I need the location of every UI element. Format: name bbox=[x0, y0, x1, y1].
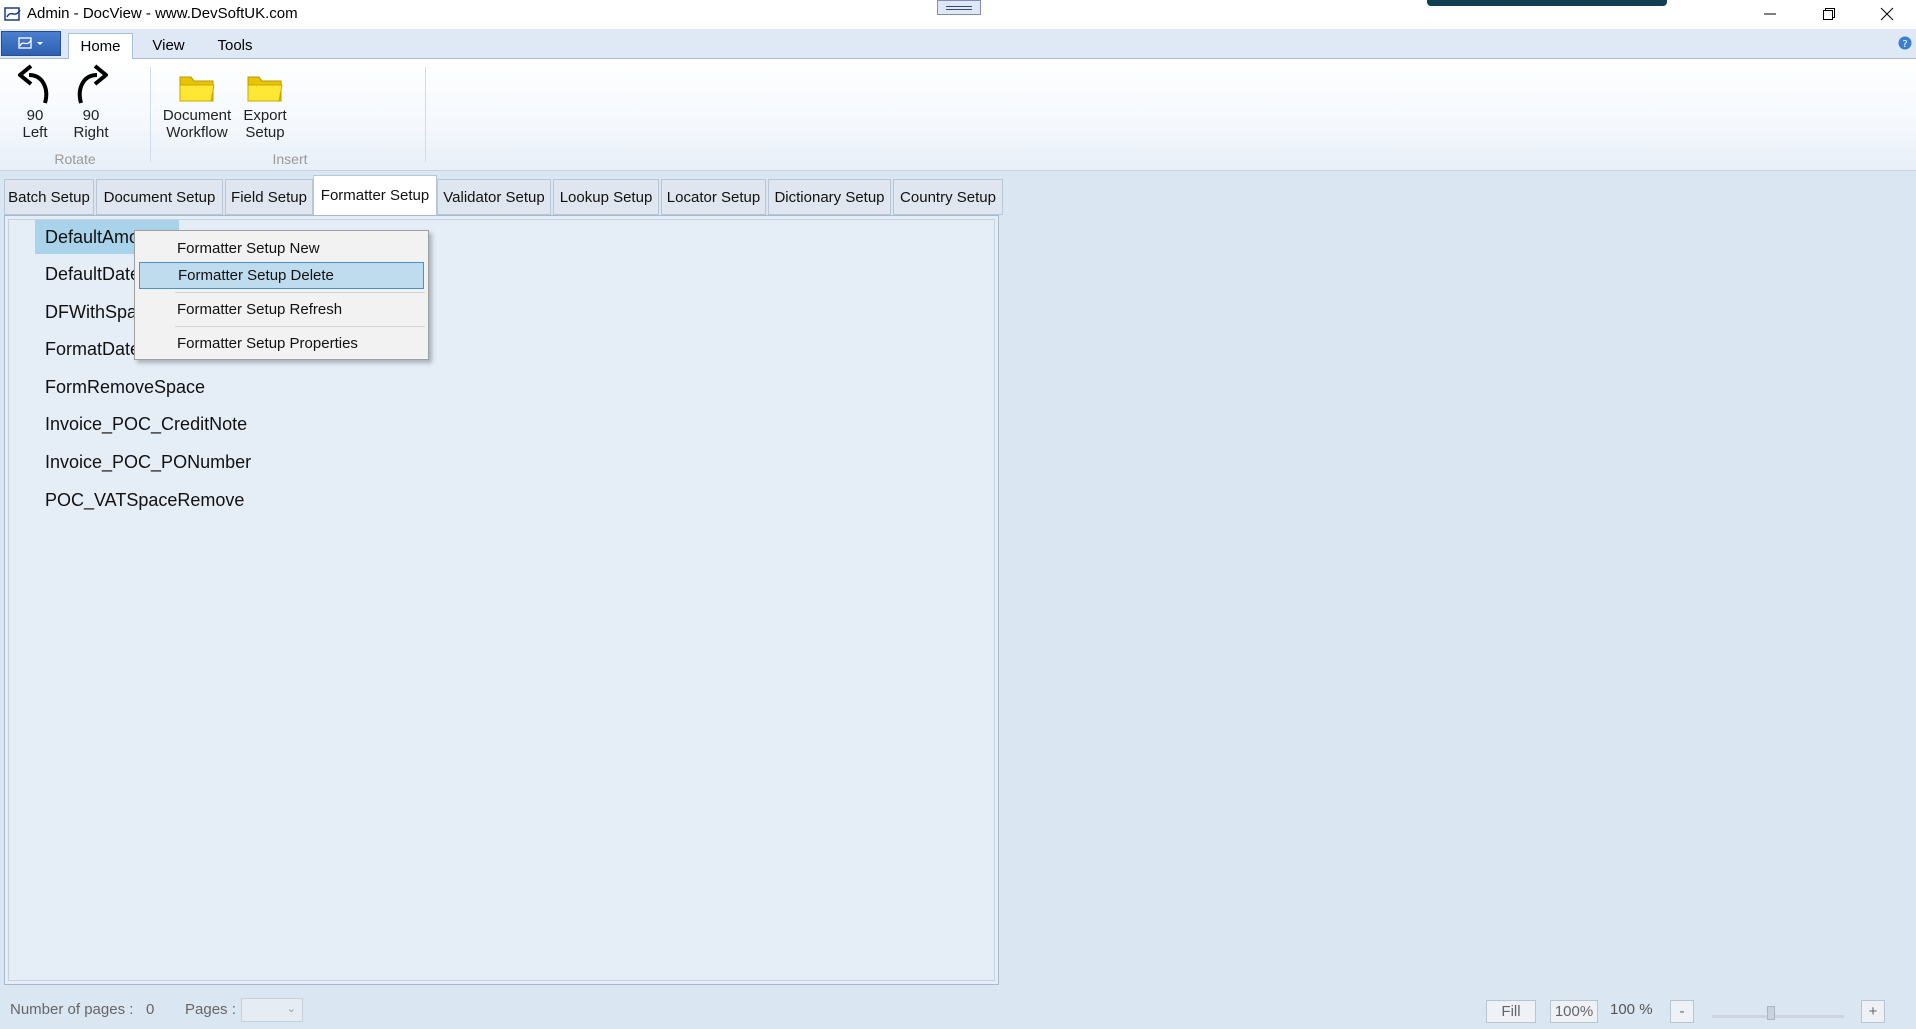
close-button[interactable] bbox=[1858, 0, 1916, 29]
tab-country-setup[interactable]: Country Setup bbox=[893, 179, 1003, 215]
window-title: Admin - DocView - www.DevSoftUK.com bbox=[27, 5, 298, 22]
pages-label: Pages : bbox=[185, 1001, 236, 1018]
rotate-right-icon bbox=[77, 64, 108, 104]
zoom-100-button[interactable]: 100% bbox=[1550, 1000, 1598, 1023]
tab-lookup-setup[interactable]: Lookup Setup bbox=[553, 179, 659, 215]
rotate-left-line1: 90 bbox=[26, 107, 44, 124]
tab-validator-setup[interactable]: Validator Setup bbox=[437, 179, 551, 215]
restore-button[interactable] bbox=[1800, 0, 1858, 29]
tab-tools[interactable]: Tools bbox=[205, 33, 265, 59]
restore-icon bbox=[1823, 8, 1835, 20]
menu-separator bbox=[175, 292, 425, 293]
tab-locator-setup[interactable]: Locator Setup bbox=[661, 179, 766, 215]
ribbon-tab-strip: Home View Tools bbox=[0, 29, 1916, 60]
rotate-left-button[interactable]: 90 Left bbox=[14, 63, 56, 141]
rotate-left-line2: Left bbox=[22, 124, 48, 141]
svg-text:?: ? bbox=[1902, 39, 1907, 50]
zoom-in-button[interactable]: + bbox=[1861, 1000, 1885, 1023]
list-item[interactable]: POC_VATSpaceRemove bbox=[35, 483, 254, 517]
tab-field-setup[interactable]: Field Setup bbox=[225, 179, 313, 215]
number-of-pages-value: 0 bbox=[146, 1001, 155, 1018]
help-icon[interactable]: ? bbox=[1898, 36, 1912, 50]
rotate-left-icon bbox=[18, 64, 49, 104]
minimize-button[interactable] bbox=[1741, 0, 1799, 29]
tab-view[interactable]: View bbox=[140, 33, 197, 59]
group-separator bbox=[150, 67, 151, 162]
folder-icon bbox=[179, 76, 215, 102]
folder-icon bbox=[247, 76, 283, 102]
overlay-strip bbox=[1427, 0, 1667, 6]
zoom-slider-thumb[interactable] bbox=[1767, 1006, 1775, 1020]
pages-dropdown[interactable]: ⌄ bbox=[241, 998, 303, 1022]
tab-home[interactable]: Home bbox=[68, 33, 133, 60]
group-separator bbox=[425, 67, 426, 162]
application-menu-button[interactable] bbox=[1, 31, 61, 56]
zoom-slider-track[interactable] bbox=[1712, 1015, 1844, 1018]
fill-button[interactable]: Fill bbox=[1486, 1000, 1536, 1023]
menu-item-formatter-delete[interactable]: Formatter Setup Delete bbox=[139, 262, 424, 289]
menu-item-formatter-properties[interactable]: Formatter Setup Properties bbox=[139, 330, 424, 357]
tab-document-setup[interactable]: Document Setup bbox=[96, 179, 223, 215]
list-item[interactable]: FormRemoveSpace bbox=[35, 370, 215, 404]
group-label-insert: Insert bbox=[272, 151, 308, 167]
list-item[interactable]: Invoice_POC_CreditNote bbox=[35, 407, 257, 441]
menu-separator bbox=[175, 326, 425, 327]
tab-dictionary-setup[interactable]: Dictionary Setup bbox=[768, 179, 891, 215]
ribbon-panel: 90 Left 90 Right Rotate Document Workflo… bbox=[0, 59, 1916, 171]
zoom-out-button[interactable]: - bbox=[1670, 1000, 1694, 1023]
document-workflow-button[interactable]: Document Workflow bbox=[160, 63, 234, 141]
export-setup-button[interactable]: Export Setup bbox=[238, 63, 292, 141]
chevron-down-icon: ⌄ bbox=[286, 1003, 296, 1015]
list-item[interactable]: DefaultDate bbox=[35, 257, 150, 291]
title-bar: Admin - DocView - www.DevSoftUK.com bbox=[0, 0, 1916, 29]
number-of-pages-label: Number of pages : bbox=[10, 1001, 134, 1018]
list-item[interactable]: FormatDate bbox=[35, 332, 150, 366]
minimize-icon bbox=[1764, 13, 1776, 15]
grip-handle[interactable] bbox=[937, 0, 981, 15]
app-menu-icon bbox=[18, 37, 43, 49]
menu-item-formatter-refresh[interactable]: Formatter Setup Refresh bbox=[139, 296, 424, 323]
menu-item-formatter-new[interactable]: Formatter Setup New bbox=[139, 235, 424, 262]
group-label-rotate: Rotate bbox=[54, 151, 96, 167]
status-bar: Number of pages : 0 Pages : ⌄ Fill 100% … bbox=[0, 990, 1916, 1029]
rotate-right-button[interactable]: 90 Right bbox=[68, 63, 114, 141]
list-item[interactable]: Invoice_POC_PONumber bbox=[35, 445, 261, 479]
document-workflow-line1: Document bbox=[162, 107, 232, 124]
close-icon bbox=[1880, 7, 1894, 21]
rotate-right-line2: Right bbox=[73, 124, 109, 141]
tab-formatter-setup[interactable]: Formatter Setup bbox=[313, 175, 437, 216]
app-logo-icon bbox=[4, 7, 21, 21]
tab-batch-setup[interactable]: Batch Setup bbox=[4, 179, 94, 215]
document-workflow-line2: Workflow bbox=[166, 124, 228, 141]
rotate-right-line1: 90 bbox=[82, 107, 100, 124]
zoom-value: 100 % bbox=[1610, 1001, 1653, 1018]
context-menu: Formatter Setup New Formatter Setup Dele… bbox=[134, 230, 429, 360]
export-setup-line2: Setup bbox=[245, 124, 285, 141]
export-setup-line1: Export bbox=[243, 107, 287, 124]
